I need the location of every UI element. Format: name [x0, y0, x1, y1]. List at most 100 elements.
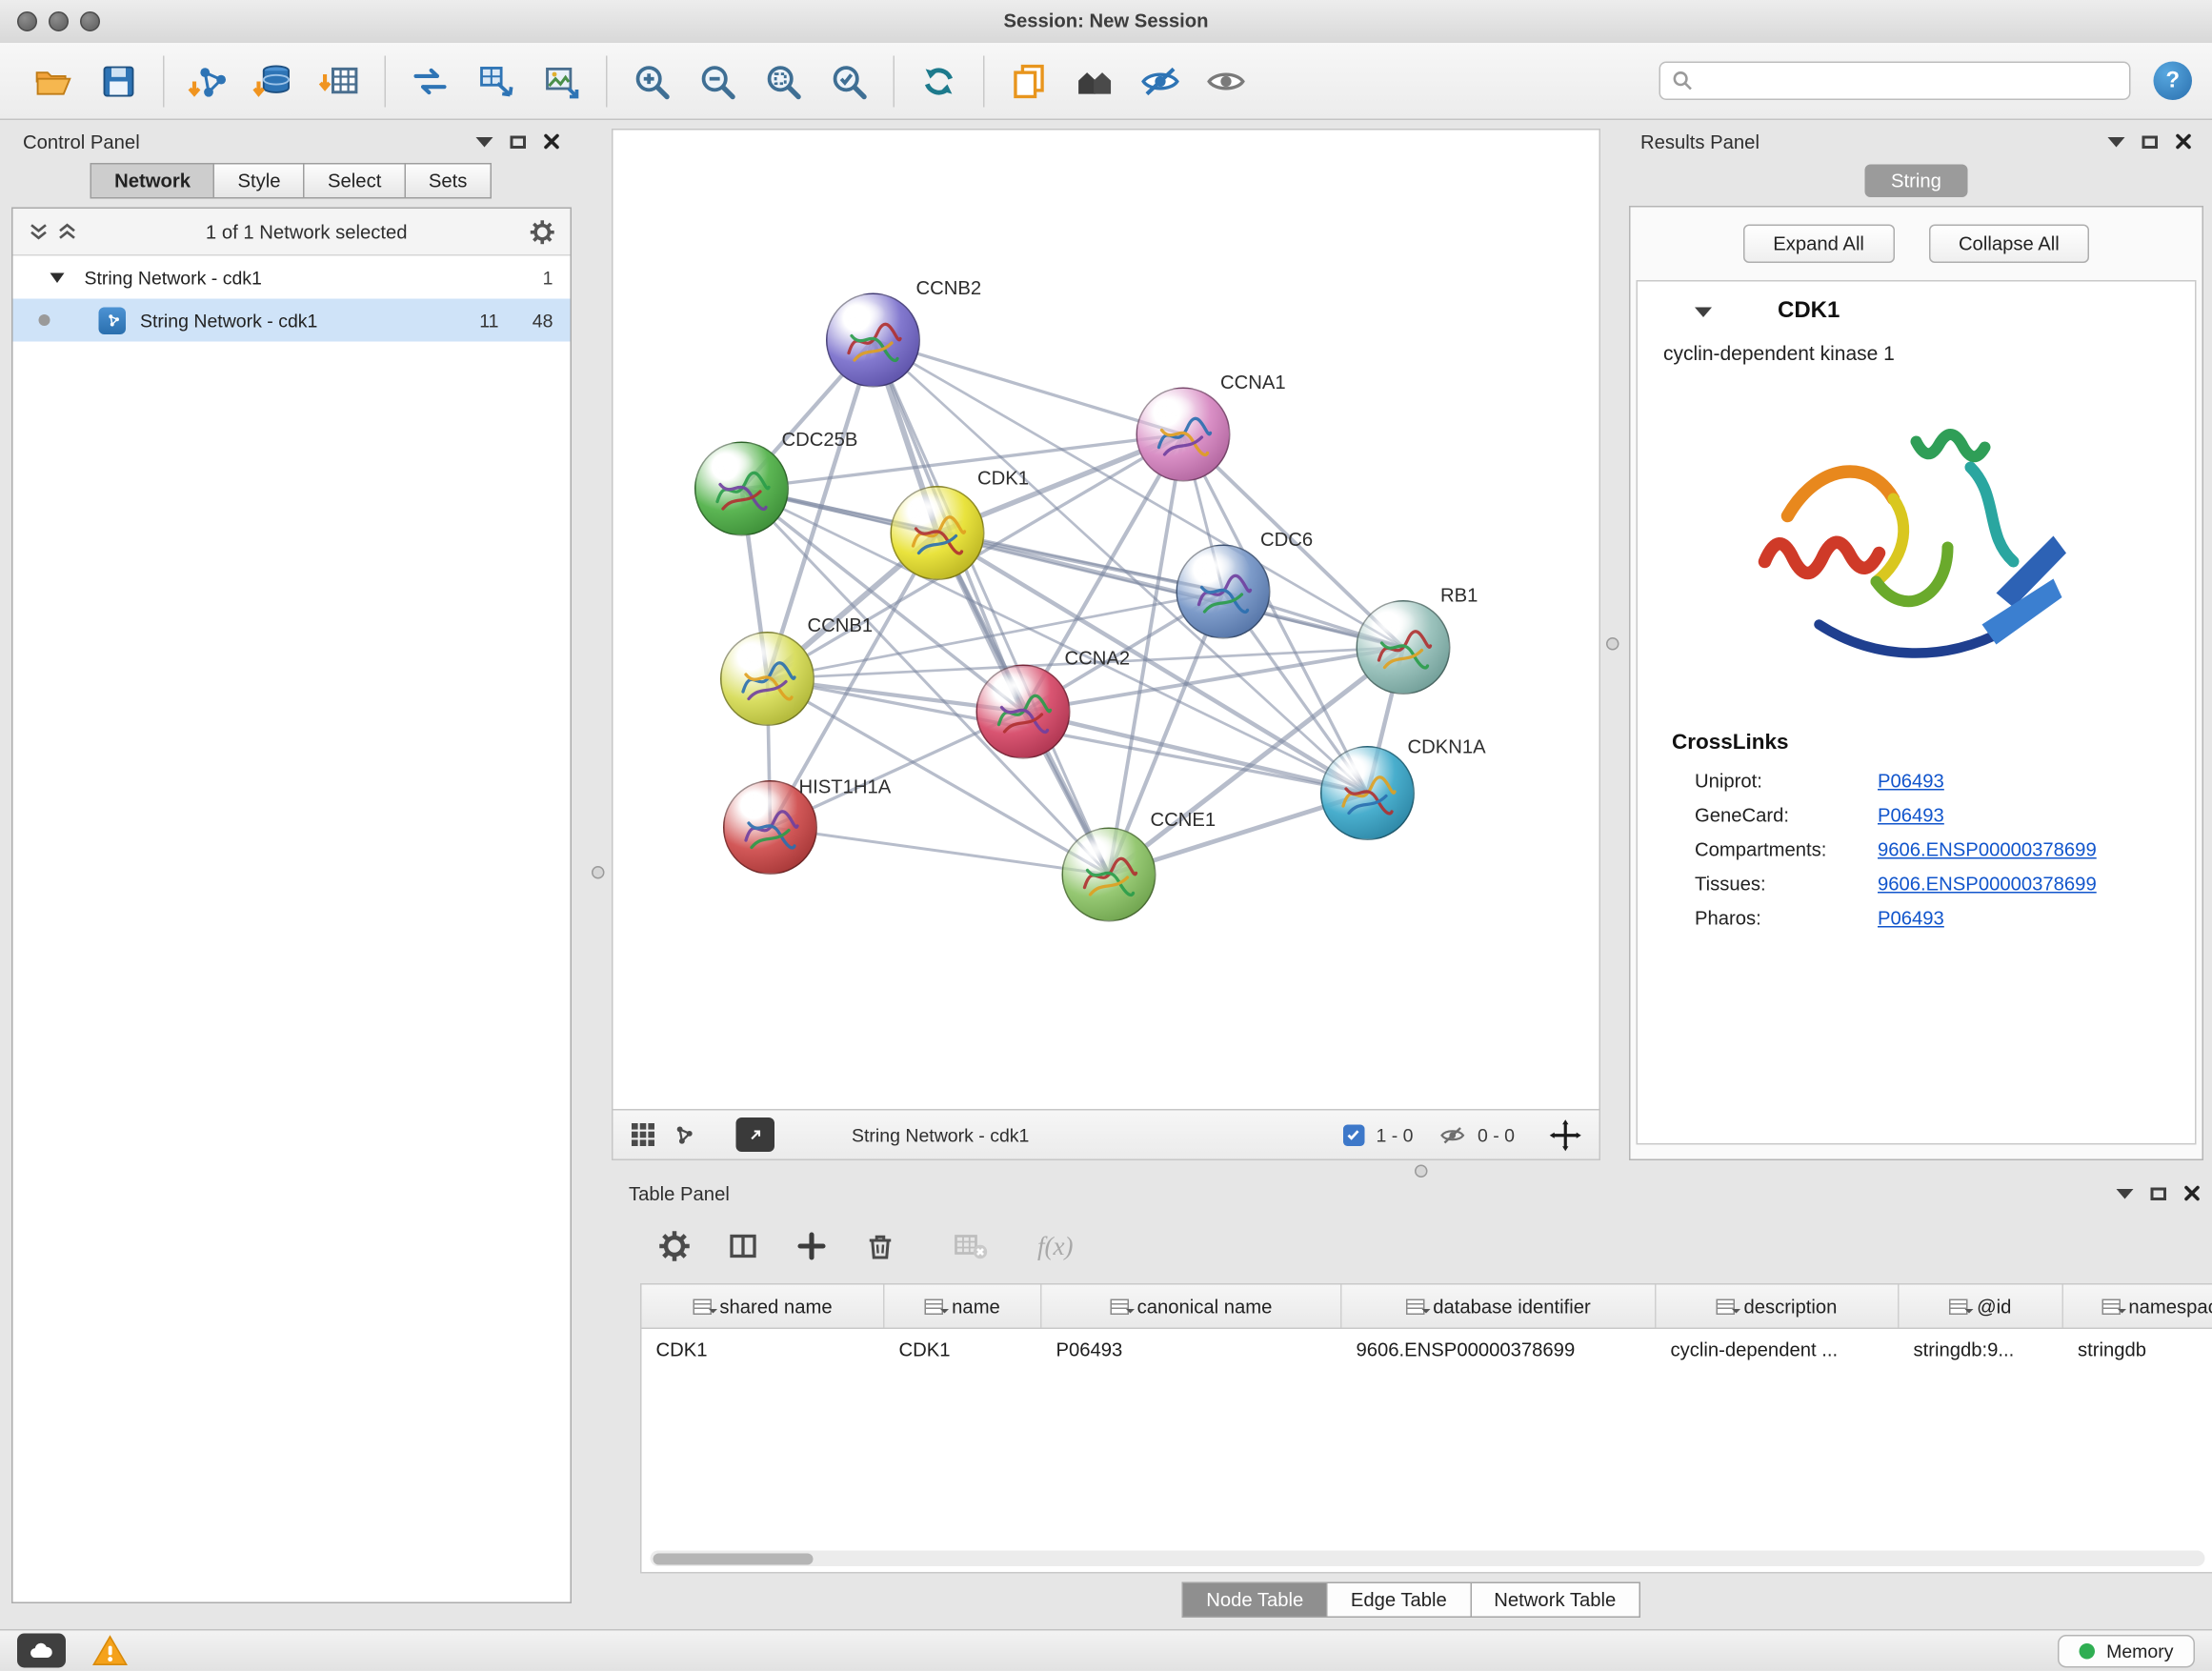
crosslink-label: GeneCard:	[1695, 804, 1878, 826]
first-neighbors-houses-button[interactable]	[1062, 50, 1128, 111]
add-column-plus-icon[interactable]	[794, 1229, 829, 1263]
zoom-out-button[interactable]	[685, 50, 751, 111]
column-header-shared-name[interactable]: shared name	[642, 1285, 885, 1328]
import-network-database-button[interactable]	[242, 50, 308, 111]
zoom-selected-button[interactable]	[816, 50, 882, 111]
column-header-label: @id	[1977, 1296, 2011, 1318]
help-button[interactable]: ?	[2154, 62, 2193, 101]
network-share-icon	[99, 307, 127, 334]
hidden-eye-slash-icon[interactable]	[1438, 1121, 1466, 1149]
crosshair-pan-icon[interactable]	[1549, 1118, 1582, 1152]
zoom-fit-button[interactable]	[751, 50, 816, 111]
panel-float-icon[interactable]	[2142, 135, 2159, 149]
splitter-handle[interactable]	[592, 866, 605, 879]
zoom-in-icon	[631, 59, 674, 102]
column-header-namespace[interactable]: namespace	[2063, 1285, 2212, 1328]
column-type-icon	[1406, 1299, 1425, 1315]
panel-close-icon[interactable]	[2183, 1185, 2201, 1202]
warning-icon[interactable]	[91, 1634, 129, 1668]
panel-collapse-icon[interactable]	[2108, 136, 2125, 147]
panel-collapse-icon[interactable]	[476, 136, 493, 147]
column-header-canonical-name[interactable]: canonical name	[1042, 1285, 1342, 1328]
panel-float-icon[interactable]	[511, 135, 527, 149]
memory-button[interactable]: Memory	[2058, 1635, 2195, 1668]
save-session-button[interactable]	[86, 50, 151, 111]
function-builder-icon[interactable]: f(x)	[1037, 1231, 1073, 1261]
hide-selected-button[interactable]	[1128, 50, 1194, 111]
network-node-cdk1[interactable]	[891, 486, 985, 580]
column-header-database-identifier[interactable]: database identifier	[1342, 1285, 1657, 1328]
collapse-all-chevron-icon[interactable]	[56, 220, 79, 243]
clone-network-button[interactable]	[996, 50, 1062, 111]
delete-table-icon-disabled[interactable]	[952, 1229, 989, 1263]
network-options-gear-icon[interactable]	[529, 218, 556, 246]
network-selection-status: 1 of 1 Network selected	[85, 221, 530, 243]
network-share-toggle-icon[interactable]	[671, 1122, 696, 1148]
zoom-in-button[interactable]	[619, 50, 685, 111]
network-node-ccna2[interactable]	[976, 665, 1071, 759]
splitter-handle[interactable]	[1415, 1165, 1428, 1178]
apply-layout-button[interactable]	[906, 50, 972, 111]
table-options-gear-icon[interactable]	[657, 1229, 692, 1263]
column-header-name[interactable]: name	[885, 1285, 1042, 1328]
splitter-handle[interactable]	[1606, 637, 1619, 651]
expand-all-button[interactable]: Expand All	[1743, 225, 1895, 264]
panel-float-icon[interactable]	[2151, 1187, 2167, 1200]
panel-close-icon[interactable]	[2175, 133, 2192, 151]
tab-string[interactable]: String	[1865, 165, 1967, 198]
birdseye-grid-icon[interactable]	[631, 1122, 656, 1148]
collapse-all-button[interactable]: Collapse All	[1928, 225, 2089, 264]
table-horizontal-scrollbar[interactable]	[651, 1551, 2205, 1567]
table-toolbar: f(x)	[612, 1209, 2212, 1283]
export-image-button[interactable]	[529, 50, 594, 111]
cloud-button[interactable]	[17, 1634, 66, 1668]
network-collection-row[interactable]: String Network - cdk1 1	[13, 256, 571, 299]
search-input[interactable]	[1702, 69, 2119, 93]
tab-network[interactable]: Network	[90, 163, 215, 199]
crosslink-link[interactable]: P06493	[1878, 770, 1944, 792]
network-canvas[interactable]: CCNB2CCNA1CDC25BCDK1CDC6RB1CCNB1CCNA2CDK…	[612, 129, 1600, 1111]
network-node-ccne1[interactable]	[1062, 828, 1156, 922]
column-header-description[interactable]: description	[1657, 1285, 1900, 1328]
expand-all-chevron-icon[interactable]	[28, 220, 50, 243]
import-network-file-button[interactable]	[176, 50, 242, 111]
network-node-cdc25b[interactable]	[694, 442, 789, 536]
tab-select[interactable]: Select	[304, 163, 406, 199]
network-node-cdc6[interactable]	[1176, 545, 1271, 639]
table-row[interactable]: CDK1CDK1P064939606.ENSP00000378699cyclin…	[642, 1329, 2212, 1369]
delete-column-trash-icon[interactable]	[863, 1229, 897, 1263]
tab-node-table[interactable]: Node Table	[1182, 1582, 1328, 1619]
import-table-file-button[interactable]	[308, 50, 373, 111]
crosslink-link[interactable]: P06493	[1878, 804, 1944, 826]
gene-collapse-icon[interactable]	[1695, 307, 1712, 317]
crosslink-link[interactable]: P06493	[1878, 907, 1944, 929]
network-node-ccna1[interactable]	[1136, 388, 1231, 482]
panel-collapse-icon[interactable]	[2117, 1188, 2134, 1198]
new-network-from-selection-button[interactable]	[463, 50, 529, 111]
results-panel-header: Results Panel	[1629, 126, 2203, 157]
column-header--id[interactable]: @id	[1900, 1285, 2064, 1328]
network-node-cdkn1a[interactable]	[1320, 746, 1415, 840]
network-node-ccnb1[interactable]	[720, 632, 814, 726]
show-all-button[interactable]	[1194, 50, 1259, 111]
tab-edge-table[interactable]: Edge Table	[1326, 1582, 1471, 1619]
show-columns-icon[interactable]	[726, 1229, 760, 1263]
open-in-new-window-button[interactable]	[736, 1117, 775, 1152]
table-cell: P06493	[1042, 1339, 1342, 1360]
selected-count-checkbox-icon[interactable]	[1343, 1124, 1365, 1146]
title-bar: Session: New Session	[0, 0, 2212, 45]
first-neighbors-button[interactable]	[397, 50, 463, 111]
open-session-button[interactable]	[20, 50, 86, 111]
tab-network-table[interactable]: Network Table	[1470, 1582, 1640, 1619]
global-search-box[interactable]	[1659, 62, 2131, 101]
scrollbar-thumb[interactable]	[654, 1553, 814, 1564]
network-node-rb1[interactable]	[1357, 600, 1451, 695]
network-row-selected[interactable]: String Network - cdk1 11 48	[13, 299, 571, 342]
crosslink-link[interactable]: 9606.ENSP00000378699	[1878, 873, 2097, 895]
crosslink-link[interactable]: 9606.ENSP00000378699	[1878, 838, 2097, 860]
tree-expand-icon[interactable]	[50, 272, 65, 283]
panel-close-icon[interactable]	[543, 133, 560, 151]
tab-style[interactable]: Style	[213, 163, 305, 199]
tab-sets[interactable]: Sets	[404, 163, 492, 199]
network-node-ccnb2[interactable]	[826, 293, 920, 388]
